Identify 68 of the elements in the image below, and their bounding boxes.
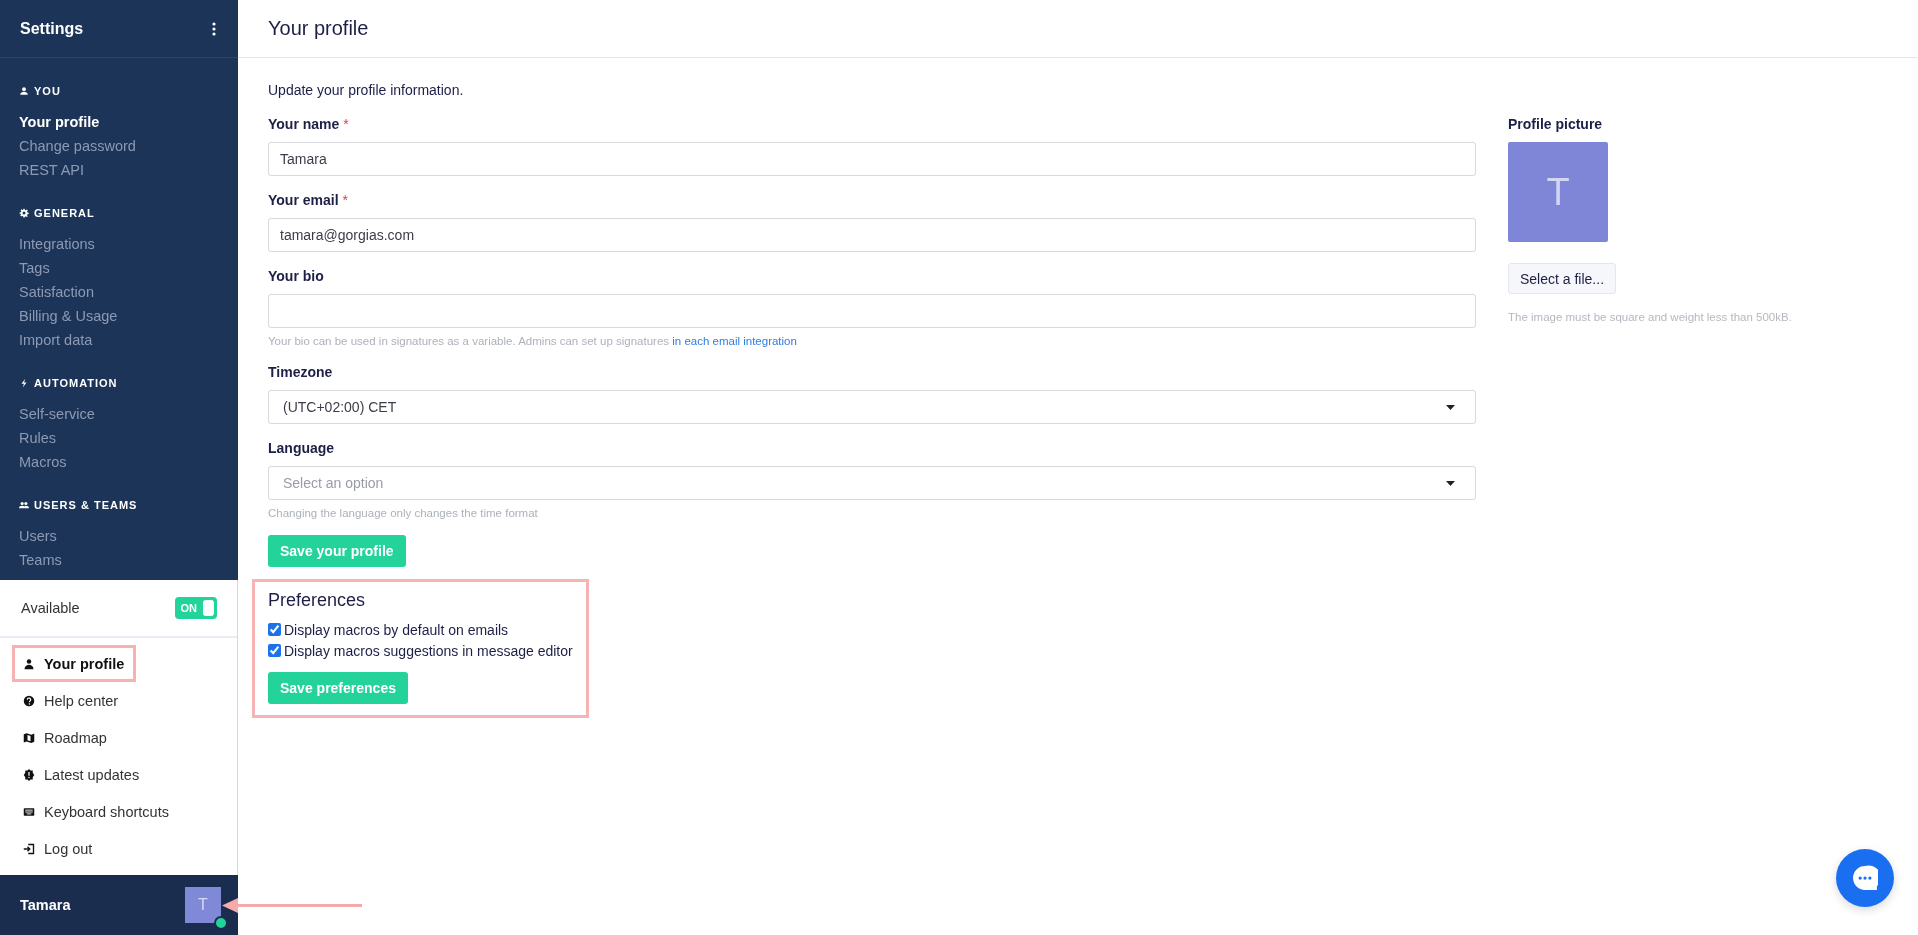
kebab-menu-icon[interactable] <box>212 21 216 36</box>
section-title: Preferences <box>268 589 367 611</box>
people-icon <box>19 500 29 510</box>
section-heading: GENERAL <box>34 207 95 219</box>
question-circle-icon <box>23 694 35 707</box>
nav-item[interactable]: Teams <box>19 548 62 572</box>
nav-item[interactable]: Satisfaction <box>19 280 94 304</box>
keyboard-icon <box>23 805 35 818</box>
menu-item[interactable]: Roadmap <box>12 719 119 756</box>
checkbox-label: Display macros suggestions in message editor <box>284 642 573 659</box>
nav-item[interactable]: Your profile <box>19 110 100 134</box>
nav-item[interactable]: Rules <box>19 426 57 450</box>
field-label: Profile picture <box>1508 115 1604 133</box>
dropdown[interactable]: (UTC+02:00) CET <box>268 390 1476 424</box>
hint-text: The image must be square and weight less than 500kB. <box>1508 311 1793 323</box>
field-label: Your email <box>268 191 339 209</box>
integration-link[interactable]: in each email integration <box>672 335 797 347</box>
person-icon <box>23 657 35 670</box>
section-heading: USERS & TEAMS <box>34 499 138 511</box>
nav-item[interactable]: Self-service <box>19 402 95 426</box>
badge-icon <box>23 768 35 781</box>
select-file-button[interactable]: Select a file... <box>1508 263 1617 294</box>
hint-text: Changing the language only changes the time format <box>268 506 539 520</box>
chat-bubble-icon <box>1852 865 1878 891</box>
nav-item[interactable]: Macros <box>19 450 67 474</box>
nav-item[interactable]: REST API <box>19 158 84 182</box>
map-icon <box>23 731 35 744</box>
menu-item[interactable]: Log out <box>12 830 105 867</box>
menu-item[interactable]: Help center <box>12 682 131 719</box>
nav-item[interactable]: Billing & Usage <box>19 304 118 328</box>
menu-item[interactable]: Your profile <box>12 645 137 682</box>
nav-item[interactable]: Tags <box>19 256 50 280</box>
required-mark: * <box>342 191 348 209</box>
text-field[interactable]: tamara@gorgias.com <box>268 218 1476 252</box>
checkbox-label: Display macros by default on emails <box>284 621 509 638</box>
caret-icon <box>1446 404 1455 410</box>
hint-text: Your bio can be used in signatures as a variable. Admins can set up signatures in each email integration <box>268 334 798 348</box>
nav-item[interactable]: Import data <box>19 328 93 352</box>
field-label: Language <box>268 439 335 457</box>
profile-avatar: T <box>1508 142 1608 242</box>
caret-icon <box>1446 480 1455 486</box>
section-heading: YOU <box>34 85 61 97</box>
user-avatar[interactable]: T <box>185 887 221 923</box>
nav-item[interactable]: Integrations <box>19 232 95 256</box>
dropdown[interactable]: Select an option <box>268 466 1476 500</box>
field-label: Your name <box>268 115 340 133</box>
logout-icon <box>23 842 35 855</box>
menu-item[interactable]: Latest updates <box>12 756 152 793</box>
text-field[interactable]: Tamara <box>268 142 1476 176</box>
gear-icon <box>19 208 29 218</box>
field-label: Timezone <box>268 363 333 381</box>
text-field[interactable] <box>268 294 1476 328</box>
bolt-icon <box>19 378 29 388</box>
user-name: Tamara <box>20 897 71 913</box>
checkbox[interactable] <box>268 644 281 657</box>
availability-label: Available <box>21 600 80 616</box>
sidebar-title: Settings <box>20 19 84 38</box>
section-heading: AUTOMATION <box>34 377 118 389</box>
menu-item[interactable]: Keyboard shortcuts <box>12 793 181 830</box>
person-icon <box>19 86 29 96</box>
checkbox[interactable] <box>268 623 281 636</box>
nav-item[interactable]: Change password <box>19 134 136 158</box>
nav-item[interactable]: Users <box>19 524 57 548</box>
required-mark: * <box>343 115 349 133</box>
page-title: Your profile <box>268 17 369 40</box>
field-label: Your bio <box>268 267 324 285</box>
chat-button[interactable] <box>1836 849 1894 907</box>
intro-text: Update your profile information. <box>268 82 464 98</box>
